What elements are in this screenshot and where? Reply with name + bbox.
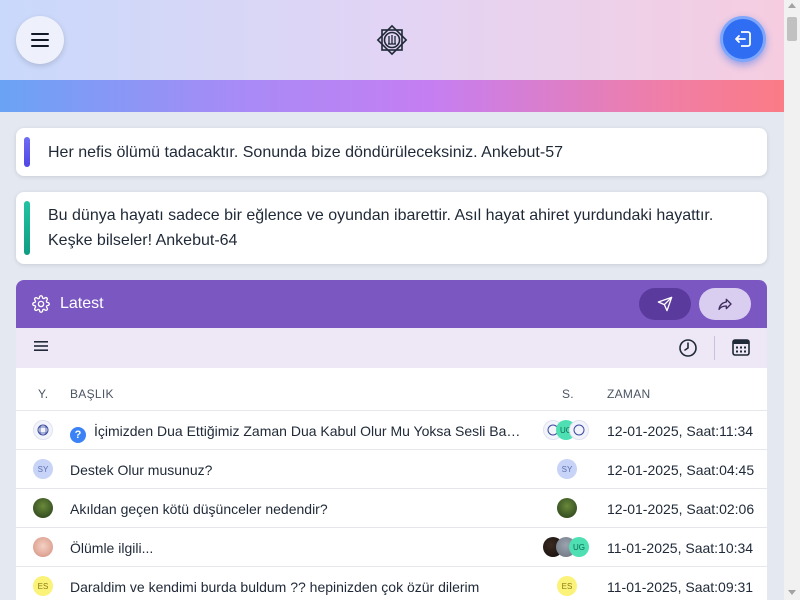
quote-card: Bu dünya hayatı sadece bir eğlence ve oy… [16,192,767,264]
scroll-down-arrow[interactable] [788,590,796,595]
toolbar-divider [714,336,715,360]
logout-button[interactable] [720,16,766,62]
participant-avatar[interactable]: UG [569,537,589,557]
logout-icon [735,31,751,47]
topic-title[interactable]: Destek Olur musunuz? [70,462,528,478]
scroll-thumb[interactable] [787,17,797,41]
quote-text: Bu dünya hayatı sadece bir eğlence ve oy… [48,207,714,249]
participant-avatar[interactable]: SY [557,459,577,479]
participant-avatar[interactable]: ES [557,576,577,596]
author-avatar[interactable] [33,420,53,440]
table-row[interactable]: Ölümle ilgili... UG 11-01-2025, Saat:10:… [16,528,767,567]
send-button[interactable] [639,288,691,320]
column-title[interactable]: BAŞLIK [70,387,114,401]
calendar-icon[interactable] [732,338,750,356]
author-avatar[interactable]: ES [33,576,53,596]
column-time[interactable]: ZAMAN [607,387,651,401]
author-avatar[interactable] [33,498,53,518]
topic-time: 12-01-2025, Saat:04:45 [607,462,755,478]
topic-title[interactable]: Daraldim ve kendimi burda buldum ?? hepi… [70,579,528,595]
topic-title[interactable]: Akıldan geçen kötü düşünceler nedendir? [70,501,528,517]
gear-icon [32,295,50,313]
panel-toolbar [16,328,767,368]
topic-time: 11-01-2025, Saat:10:34 [607,540,754,556]
send-icon [657,296,673,312]
hamburger-icon [31,33,49,47]
topic-title[interactable]: ? İçimizden Dua Ettiğimiz Zaman Dua Kabul… [70,423,528,443]
topic-time: 12-01-2025, Saat:02:06 [607,501,755,517]
menu-button[interactable] [16,16,64,64]
participant-avatar[interactable] [569,420,589,440]
table-row[interactable]: Akıldan geçen kötü düşünceler nedendir? … [16,489,767,528]
quote-text: Her nefis ölümü tadacaktır. Sonunda bize… [48,143,563,161]
gradient-banner [0,80,784,112]
clock-icon[interactable] [678,338,698,358]
panel-header: Latest [16,280,767,328]
table-row[interactable]: SY Destek Olur musunuz? SY 12-01-2025, S… [16,450,767,489]
topic-time: 12-01-2025, Saat:11:34 [607,423,754,439]
quote-accent-bar [24,201,30,255]
table-row[interactable]: ES Daraldim ve kendimi burda buldum ?? h… [16,567,767,600]
share-icon [718,298,732,310]
participant-avatar[interactable] [557,498,577,518]
table-header: Y. BAŞLIK S. ZAMAN [16,368,767,411]
table-row[interactable]: ? İçimizden Dua Ettiğimiz Zaman Dua Kabul… [16,411,767,450]
panel-title: Latest [60,295,104,312]
share-button[interactable] [699,288,751,320]
quote-card: Her nefis ölümü tadacaktır. Sonunda bize… [16,128,767,176]
column-participants[interactable]: S. [562,387,574,401]
site-logo[interactable] [374,22,410,58]
quote-accent-bar [24,137,30,167]
author-avatar[interactable] [33,537,53,557]
topic-time: 11-01-2025, Saat:09:31 [607,579,754,595]
column-author[interactable]: Y. [38,387,48,401]
page-scrollbar[interactable] [784,0,800,600]
topic-title[interactable]: Ölümle ilgili... [70,540,528,556]
scroll-up-arrow[interactable] [788,3,796,8]
latest-panel: Latest Y. BAŞLIK S. ZAMAN ? İçimizden Du… [16,280,767,600]
question-icon: ? [70,427,86,443]
author-avatar[interactable]: SY [33,459,53,479]
list-icon[interactable] [34,340,48,352]
